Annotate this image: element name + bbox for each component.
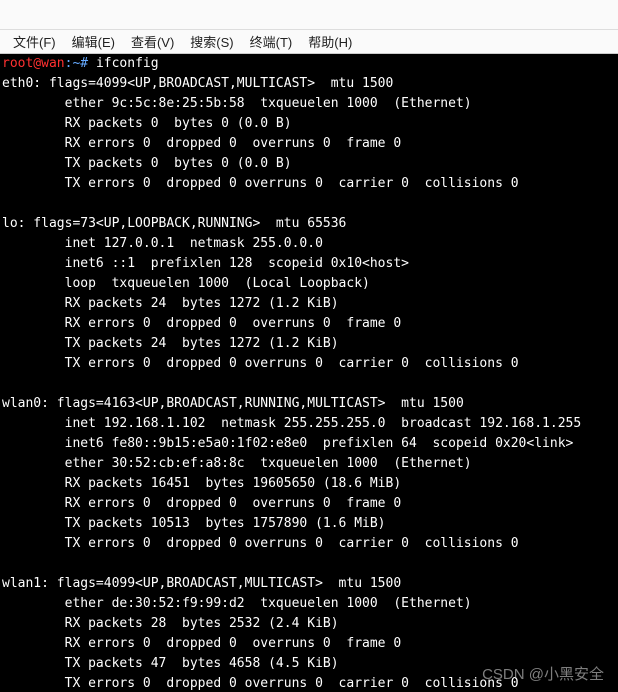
wlan0-line: RX errors 0 dropped 0 overruns 0 frame 0 (2, 496, 401, 511)
menu-view[interactable]: 查看(V) (123, 30, 182, 53)
eth0-line: TX packets 0 bytes 0 (0.0 B) (2, 156, 292, 171)
wlan1-line: RX errors 0 dropped 0 overruns 0 frame 0 (2, 636, 401, 651)
wlan0-line: RX packets 16451 bytes 19605650 (18.6 Mi… (2, 476, 401, 491)
lo-line: RX errors 0 dropped 0 overruns 0 frame 0 (2, 316, 401, 331)
lo-line: inet 127.0.0.1 netmask 255.0.0.0 (2, 236, 323, 251)
window-titlebar (0, 0, 618, 30)
wlan0-line: wlan0: flags=4163<UP,BROADCAST,RUNNING,M… (2, 396, 464, 411)
menu-search[interactable]: 搜索(S) (182, 30, 241, 53)
eth0-line: ether 9c:5c:8e:25:5b:58 txqueuelen 1000 … (2, 96, 472, 111)
wlan0-line: inet6 fe80::9b15:e5a0:1f02:e8e0 prefixle… (2, 436, 573, 451)
wlan1-line: TX packets 47 bytes 4658 (4.5 KiB) (2, 656, 339, 671)
prompt-user: root@wan (2, 56, 65, 71)
lo-line: TX errors 0 dropped 0 overruns 0 carrier… (2, 356, 519, 371)
wlan1-line: TX errors 0 dropped 0 overruns 0 carrier… (2, 676, 519, 691)
wlan1-line: RX packets 28 bytes 2532 (2.4 KiB) (2, 616, 339, 631)
eth0-line: RX packets 0 bytes 0 (0.0 B) (2, 116, 292, 131)
menu-edit[interactable]: 编辑(E) (64, 30, 123, 53)
lo-line: TX packets 24 bytes 1272 (1.2 KiB) (2, 336, 339, 351)
lo-line: loop txqueuelen 1000 (Local Loopback) (2, 276, 370, 291)
eth0-line: eth0: flags=4099<UP,BROADCAST,MULTICAST>… (2, 76, 393, 91)
eth0-line: TX errors 0 dropped 0 overruns 0 carrier… (2, 176, 519, 191)
wlan1-line: wlan1: flags=4099<UP,BROADCAST,MULTICAST… (2, 576, 401, 591)
wlan0-line: TX errors 0 dropped 0 overruns 0 carrier… (2, 536, 519, 551)
prompt-command: ifconfig (96, 56, 159, 71)
menu-bar: 文件(F) 编辑(E) 查看(V) 搜索(S) 终端(T) 帮助(H) (0, 30, 618, 54)
wlan0-line: ether 30:52:cb:ef:a8:8c txqueuelen 1000 … (2, 456, 472, 471)
lo-line: lo: flags=73<UP,LOOPBACK,RUNNING> mtu 65… (2, 216, 346, 231)
lo-line: RX packets 24 bytes 1272 (1.2 KiB) (2, 296, 339, 311)
menu-help[interactable]: 帮助(H) (300, 30, 360, 53)
prompt-path: :~# (65, 56, 96, 71)
wlan0-line: inet 192.168.1.102 netmask 255.255.255.0… (2, 416, 581, 431)
menu-file[interactable]: 文件(F) (5, 30, 64, 53)
eth0-line: RX errors 0 dropped 0 overruns 0 frame 0 (2, 136, 401, 151)
terminal-output[interactable]: root@wan:~# ifconfig eth0: flags=4099<UP… (0, 54, 618, 692)
menu-terminal[interactable]: 终端(T) (242, 30, 301, 53)
wlan0-line: TX packets 10513 bytes 1757890 (1.6 MiB) (2, 516, 386, 531)
wlan1-line: ether de:30:52:f9:99:d2 txqueuelen 1000 … (2, 596, 472, 611)
lo-line: inet6 ::1 prefixlen 128 scopeid 0x10<hos… (2, 256, 409, 271)
